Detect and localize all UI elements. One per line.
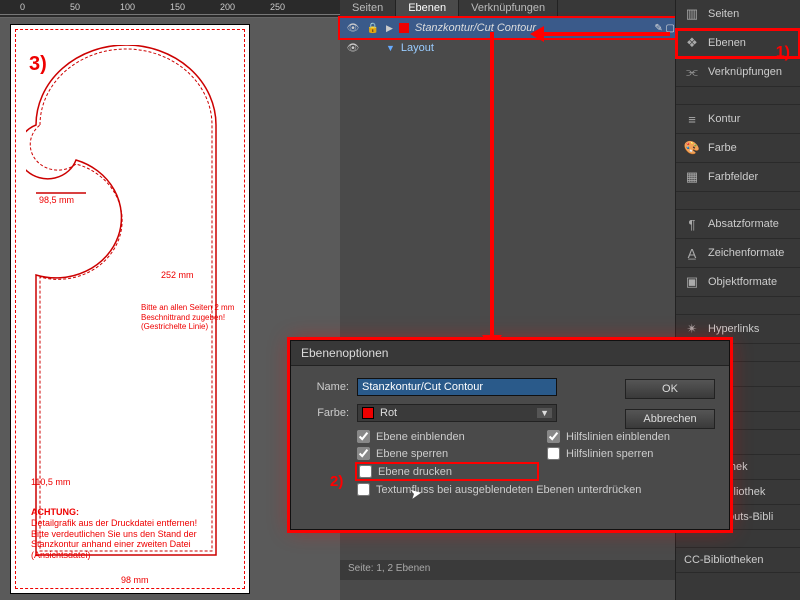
visibility-icon[interactable]: 👁: [346, 43, 360, 54]
name-label: Name:: [305, 381, 349, 393]
bleed-note: Bitte an allen Seiten 2 mm Beschnittrand…: [141, 303, 234, 332]
layer-color-swatch: [399, 23, 409, 33]
dimension-left: 110,5 mm: [31, 477, 70, 487]
checkbox-lock-guides[interactable]: Hilfslinien sperren: [547, 447, 747, 460]
panel-label: Verknüpfungen: [708, 66, 782, 78]
ruler-tick: 200: [220, 2, 235, 12]
stroke-icon: ≡: [684, 111, 700, 127]
ruler-tick: 100: [120, 2, 135, 12]
layer-row-layout[interactable]: 👁 ▼ Layout: [340, 38, 675, 58]
panel-seiten[interactable]: ▥ Seiten: [676, 0, 800, 29]
character-icon: A̲: [684, 245, 700, 261]
checkbox-print-layer[interactable]: Ebene drucken: [357, 464, 537, 479]
dimension-height: 252 mm: [161, 270, 194, 280]
dropdown-icon: ▼: [537, 408, 552, 418]
tab-verknuepfungen[interactable]: Verknüpfungen: [459, 0, 558, 18]
panel-absatzformate[interactable]: ¶ Absatzformate: [676, 210, 800, 239]
layers-footer: Seite: 1, 2 Ebenen: [340, 560, 675, 580]
tab-ebenen[interactable]: Ebenen: [396, 0, 459, 18]
ok-button[interactable]: OK: [625, 379, 715, 399]
warning-title: ACHTUNG:: [31, 507, 79, 517]
tab-seiten[interactable]: Seiten: [340, 0, 396, 18]
panel-zeichenformate[interactable]: A̲ Zeichenformate: [676, 239, 800, 268]
layer-name: Layout: [401, 42, 675, 54]
disclosure-icon[interactable]: ▶: [386, 23, 393, 34]
lock-icon[interactable]: 🔒: [366, 23, 380, 34]
object-icon: ▣: [684, 274, 700, 290]
panel-cut[interactable]: CC-Bibliotheken: [676, 548, 800, 573]
panel-objektformate[interactable]: ▣ Objektformate: [676, 268, 800, 297]
links-icon: ⫘: [684, 64, 700, 80]
checkbox-lock-layer[interactable]: Ebene sperren: [357, 447, 537, 460]
document-page[interactable]: 3) 98,5 mm 252 mm 110,5 mm 98 mm Bitte a…: [10, 24, 250, 594]
ruler-tick: 250: [270, 2, 285, 12]
dialog-title: Ebenenoptionen: [291, 341, 729, 366]
panel-tabs: Seiten Ebenen Verknüpfungen: [340, 0, 675, 18]
panel-label: Absatzformate: [708, 218, 779, 230]
panel-label: Farbe: [708, 142, 737, 154]
cursor-icon: ➤: [409, 484, 424, 503]
warning-text: ACHTUNG: Detailgrafik aus der Druckdatei…: [31, 507, 231, 561]
panel-verknuepfungen[interactable]: ⫘ Verknüpfungen: [676, 58, 800, 87]
panel-farbe[interactable]: 🎨 Farbe: [676, 134, 800, 163]
color-value: Rot: [380, 407, 397, 419]
panel-farbfelder[interactable]: ▦ Farbfelder: [676, 163, 800, 192]
annotation-arrow-h: [540, 32, 670, 36]
layers-icon: ❖: [684, 35, 700, 51]
panel-label: Hyperlinks: [708, 323, 759, 335]
panel-label: Seiten: [708, 8, 739, 20]
panel-label: Zeichenformate: [708, 247, 784, 259]
color-swatch-icon: [362, 407, 374, 419]
panel-kontur[interactable]: ≡ Kontur: [676, 105, 800, 134]
panel-label: Farbfelder: [708, 171, 758, 183]
checkbox-show-layer[interactable]: Ebene einblenden: [357, 430, 537, 443]
document-canvas: 0 50 100 150 200 250 3) 98,5 mm 252 mm 1…: [0, 0, 340, 600]
visibility-icon[interactable]: 👁: [346, 23, 360, 34]
hyperlink-icon: ✴: [684, 321, 700, 337]
annotation-arrow-v: [490, 32, 494, 340]
dimension-top: 98,5 mm: [39, 195, 74, 205]
dimension-bottom: 98 mm: [121, 575, 149, 585]
layer-options-dialog: Ebenenoptionen Name: Farbe: Rot ▼ Ebene …: [290, 340, 730, 530]
paragraph-icon: ¶: [684, 216, 700, 232]
disclosure-icon[interactable]: ▼: [386, 43, 395, 53]
color-label: Farbe:: [305, 407, 349, 419]
callout-2: 2): [330, 473, 343, 490]
ruler-tick: 0: [20, 2, 25, 12]
ruler-tick: 50: [70, 2, 80, 12]
cancel-button[interactable]: Abbrechen: [625, 409, 715, 429]
layer-name-input[interactable]: [357, 378, 557, 396]
panel-label: Kontur: [708, 113, 740, 125]
swatches-icon: ▦: [684, 169, 700, 185]
callout-1: 1): [776, 44, 790, 62]
ruler-horizontal: 0 50 100 150 200 250: [0, 0, 340, 18]
color-icon: 🎨: [684, 140, 700, 156]
pages-icon: ▥: [684, 6, 700, 22]
panel-label: Ebenen: [708, 37, 746, 49]
warning-body: Detailgrafik aus der Druckdatei entferne…: [31, 518, 197, 560]
checkbox-show-guides[interactable]: Hilfslinien einblenden: [547, 430, 747, 443]
panel-label: Objektformate: [708, 276, 777, 288]
layer-color-select[interactable]: Rot ▼: [357, 404, 557, 422]
annotation-arrowhead: [530, 26, 544, 42]
ruler-tick: 150: [170, 2, 185, 12]
